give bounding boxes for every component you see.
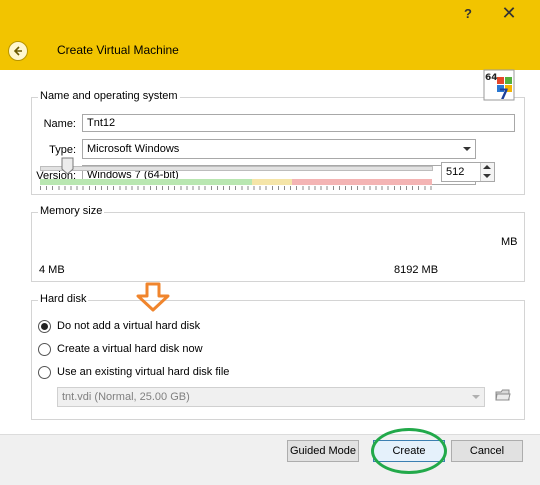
chevron-down-icon xyxy=(463,147,471,151)
memory-zone-red xyxy=(292,179,432,185)
annotation-down-arrow-icon xyxy=(136,282,170,312)
type-select-value: Microsoft Windows xyxy=(87,143,180,155)
os-icon-number: 7 xyxy=(499,87,509,101)
type-select[interactable]: Microsoft Windows xyxy=(82,139,476,159)
name-label: Name: xyxy=(43,118,76,130)
guided-mode-button[interactable]: Guided Mode xyxy=(287,440,359,462)
memory-unit-label: MB xyxy=(501,236,518,248)
spin-down-icon[interactable] xyxy=(483,174,491,178)
folder-icon[interactable] xyxy=(494,386,512,404)
memory-zone-green xyxy=(40,179,252,185)
memory-zone-yellow xyxy=(252,179,292,185)
radio-existing-disk[interactable] xyxy=(38,366,51,379)
windows-7-64bit-os-icon: 64 7 xyxy=(483,69,515,101)
memory-group-title: Memory size xyxy=(38,205,105,217)
spin-up-icon[interactable] xyxy=(483,165,491,169)
memory-slider-ticks xyxy=(40,186,432,190)
wizard-header: Create Virtual Machine xyxy=(0,30,540,70)
memory-max-label: 8192 MB xyxy=(394,264,439,276)
chevron-down-icon xyxy=(472,395,480,399)
radio-no-disk-label[interactable]: Do not add a virtual hard disk xyxy=(57,320,200,332)
name-os-group-title: Name and operating system xyxy=(38,90,180,102)
page-title: Create Virtual Machine xyxy=(57,43,179,57)
name-input[interactable]: Tnt12 xyxy=(82,114,515,132)
help-icon[interactable]: ? xyxy=(459,6,477,22)
close-icon[interactable]: ✕ xyxy=(486,2,532,24)
memory-slider-track[interactable] xyxy=(40,166,433,171)
radio-existing-disk-label[interactable]: Use an existing virtual hard disk file xyxy=(57,366,229,378)
memory-group: Memory size xyxy=(31,205,525,282)
annotation-highlight-ellipse xyxy=(371,428,447,474)
memory-value: 512 xyxy=(446,166,465,178)
os-icon-bits: 64 xyxy=(485,73,498,83)
radio-create-disk-label[interactable]: Create a virtual hard disk now xyxy=(57,343,203,355)
memory-slider-handle[interactable] xyxy=(61,157,74,175)
type-label: Type: xyxy=(49,144,76,156)
hard-disk-group-title: Hard disk xyxy=(38,293,89,305)
memory-spinbox[interactable]: 512 xyxy=(441,162,495,182)
radio-create-disk[interactable] xyxy=(38,343,51,356)
existing-disk-select[interactable]: tnt.vdi (Normal, 25.00 GB) xyxy=(57,387,485,407)
cancel-button[interactable]: Cancel xyxy=(451,440,523,462)
window-titlebar: ? ✕ xyxy=(0,0,540,30)
existing-disk-value: tnt.vdi (Normal, 25.00 GB) xyxy=(62,391,190,403)
back-arrow-icon[interactable] xyxy=(8,41,28,61)
memory-min-label: 4 MB xyxy=(39,264,65,276)
radio-no-disk[interactable] xyxy=(38,320,51,333)
